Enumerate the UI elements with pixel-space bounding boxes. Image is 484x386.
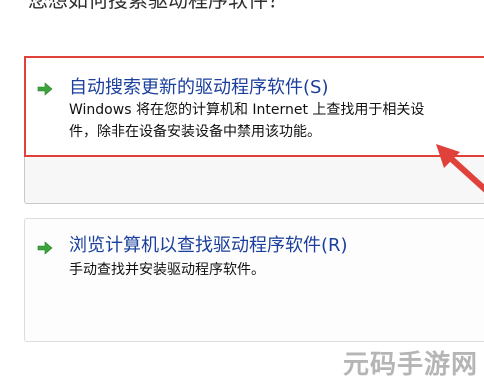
watermark: 元码手游网 bbox=[342, 350, 478, 380]
dialog-question: 您想如何搜索驱动程序软件？ bbox=[28, 0, 288, 12]
browse-computer-option[interactable]: 浏览计算机以查找驱动程序软件(R) 手动查找并安装驱动程序软件。 bbox=[24, 218, 484, 342]
browse-computer-title[interactable]: 浏览计算机以查找驱动程序软件(R) bbox=[69, 235, 348, 257]
auto-search-option[interactable]: 自动搜索更新的驱动程序软件(S) Windows 将在您的计算机和 Intern… bbox=[24, 56, 484, 204]
browse-computer-desc: 手动查找并安装驱动程序软件。 bbox=[69, 262, 265, 278]
red-pointer-arrow-icon bbox=[436, 144, 484, 193]
auto-search-title[interactable]: 自动搜索更新的驱动程序软件(S) bbox=[69, 77, 328, 99]
auto-search-desc-line2: 件，除非在设备安装设备中禁用该功能。 bbox=[69, 124, 321, 140]
auto-search-desc-line1: Windows 将在您的计算机和 Internet 上查找用于相关设 bbox=[69, 102, 425, 118]
green-arrow-icon bbox=[37, 241, 53, 255]
green-arrow-icon bbox=[37, 82, 53, 96]
